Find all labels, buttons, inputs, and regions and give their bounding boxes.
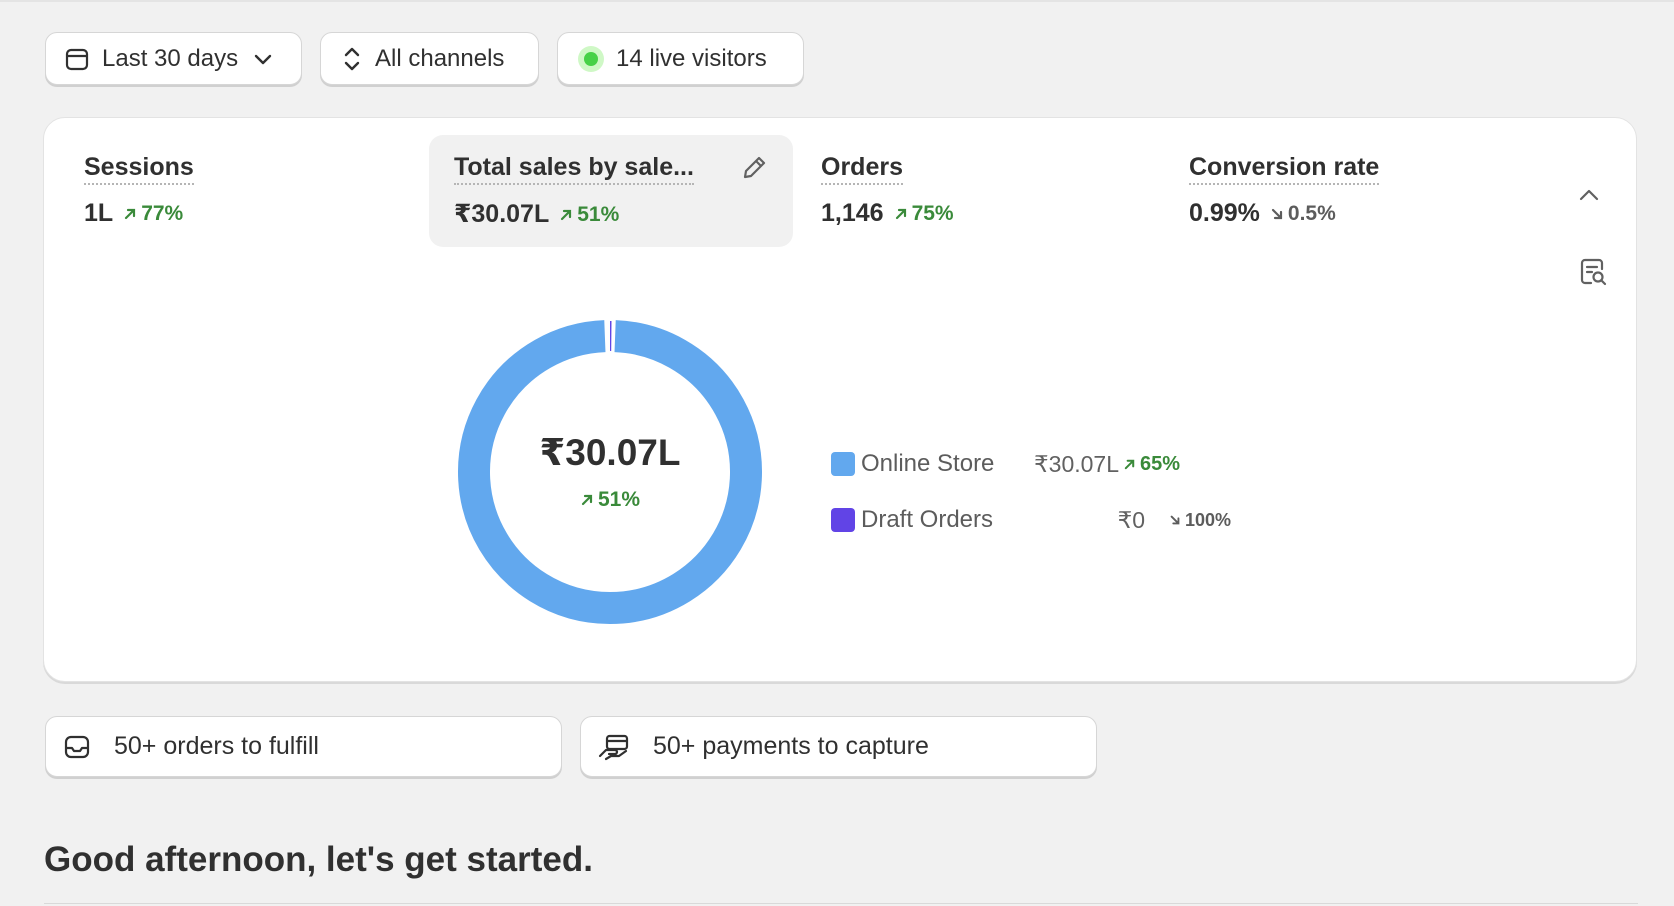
analytics-card: Sessions 1L 77% Total sales by sale... ₹…	[43, 117, 1637, 682]
analyze-report-icon[interactable]	[1578, 256, 1608, 288]
metric-value: 1,146	[821, 199, 884, 227]
inbox-icon	[64, 735, 90, 758]
legend-label: Draft Orders	[861, 506, 994, 533]
hand-card-payment-icon	[598, 734, 629, 760]
orders-to-fulfill-label: 50+ orders to fulfill	[114, 732, 319, 760]
metric-title: Sessions	[84, 152, 194, 185]
arrow-down-right-icon	[1170, 515, 1180, 525]
metric-value: ₹30.07L	[454, 200, 550, 228]
metric-total-sales[interactable]: Total sales by sale... ₹30.07L 51%	[429, 135, 793, 247]
metric-title: Orders	[821, 152, 903, 185]
filter-bar: Last 30 days All channels 14 live visito…	[45, 32, 804, 85]
metric-change: 75%	[894, 202, 954, 226]
arrow-up-right-icon	[895, 208, 906, 220]
task-shortcuts: 50+ orders to fulfill 50+ payments to ca…	[45, 716, 1097, 777]
arrow-down-right-icon	[1271, 208, 1282, 220]
greeting-heading: Good afternoon, let's get started.	[44, 840, 593, 879]
legend-change: 100%	[1169, 510, 1231, 531]
date-range-button[interactable]: Last 30 days	[45, 32, 302, 85]
date-range-label: Last 30 days	[102, 44, 239, 72]
live-status-dot-icon	[578, 45, 604, 72]
top-divider	[0, 0, 1674, 2]
orders-to-fulfill-button[interactable]: 50+ orders to fulfill	[45, 716, 562, 777]
payments-to-capture-button[interactable]: 50+ payments to capture	[580, 716, 1097, 777]
arrow-up-right-icon	[561, 209, 572, 221]
donut-center-change: 51%	[580, 488, 640, 512]
arrow-up-right-icon	[581, 494, 593, 505]
channels-label: All channels	[375, 44, 505, 72]
metric-title: Total sales by sale...	[454, 152, 694, 185]
metric-change: 0.5%	[1270, 202, 1336, 226]
calendar-icon	[65, 48, 89, 70]
legend-item-online-store[interactable]: Online Store ₹30.07L 65%	[829, 436, 1249, 492]
donut-center-value: ₹30.07L	[539, 431, 681, 473]
live-visitors-label: 14 live visitors	[616, 44, 767, 72]
arrow-up-right-icon	[125, 208, 136, 220]
legend-change: 65%	[1123, 453, 1180, 476]
arrow-up-right-icon	[1124, 459, 1135, 469]
metric-value: 1L	[84, 199, 114, 227]
metric-value: 0.99%	[1189, 199, 1260, 227]
selector-icon	[344, 47, 360, 70]
payments-to-capture-label: 50+ payments to capture	[653, 732, 929, 760]
metric-change: 51%	[559, 203, 619, 227]
metric-change: 77%	[123, 202, 183, 226]
metric-conversion-rate[interactable]: Conversion rate 0.99% 0.5%	[1164, 135, 1528, 247]
metric-title: Conversion rate	[1189, 152, 1380, 185]
metric-sessions[interactable]: Sessions 1L 77%	[59, 135, 423, 247]
metric-orders[interactable]: Orders 1,146 75%	[796, 135, 1160, 247]
legend-item-draft-orders[interactable]: Draft Orders ₹0 100%	[829, 492, 1249, 548]
sales-donut-chart: ₹30.07L 51%	[440, 302, 780, 642]
live-visitors-button[interactable]: 14 live visitors	[557, 32, 804, 85]
legend-value: ₹0	[1117, 506, 1145, 533]
edit-pencil-icon[interactable]	[739, 153, 769, 183]
chevron-down-icon	[254, 54, 272, 64]
channels-button[interactable]: All channels	[320, 32, 539, 85]
legend-swatch	[831, 452, 855, 476]
legend-swatch	[831, 508, 855, 532]
chart-legend: Online Store ₹30.07L 65% Draft Orders ₹0…	[829, 436, 1249, 548]
legend-value: ₹30.07L	[1034, 450, 1119, 477]
legend-label: Online Store	[861, 450, 995, 477]
chevron-up-icon[interactable]	[1574, 180, 1604, 210]
